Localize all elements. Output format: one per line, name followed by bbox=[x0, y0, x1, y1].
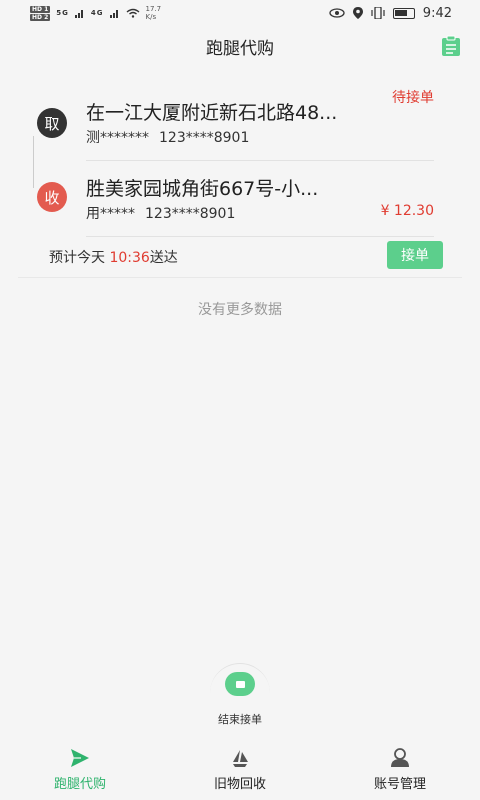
eta-text: 预计今天 10:36送达 bbox=[49, 247, 178, 267]
pickup-badge: 取 bbox=[37, 108, 67, 138]
network-speed: 17.7 K/s bbox=[146, 5, 162, 21]
pickup-contact: 测******* 123****8901 bbox=[86, 127, 249, 147]
order-price: ¥ 12.30 bbox=[380, 203, 434, 219]
tab-recycle[interactable]: 旧物回收 bbox=[175, 748, 305, 792]
wifi-icon bbox=[126, 8, 139, 18]
hd2-badge: HD 2 bbox=[30, 13, 51, 21]
order-status: 待接单 bbox=[392, 90, 434, 106]
clipboard-icon[interactable] bbox=[440, 35, 462, 57]
deliver-name: 用***** bbox=[86, 206, 135, 222]
pickup-name: 测******* bbox=[86, 130, 149, 146]
speed-unit: K/s bbox=[145, 13, 157, 21]
tab-label: 跑腿代购 bbox=[53, 777, 106, 792]
hd1-badge: HD 1 bbox=[30, 5, 51, 13]
deliver-phone: 123****8901 bbox=[145, 206, 236, 222]
paper-plane-icon bbox=[71, 749, 89, 767]
tab-errand[interactable]: 跑腿代购 bbox=[15, 748, 145, 792]
recycle-icon bbox=[233, 750, 248, 767]
signal-5g: 5G bbox=[56, 9, 69, 17]
bottom-tab-bar: 跑腿代购 旧物回收 账号管理 bbox=[0, 740, 480, 800]
signal-4g: 4G bbox=[90, 9, 104, 17]
app-header: 跑腿代购 bbox=[0, 26, 480, 66]
divider bbox=[86, 160, 434, 161]
location-icon bbox=[352, 7, 363, 19]
eye-icon bbox=[329, 8, 345, 18]
tab-label: 旧物回收 bbox=[213, 777, 266, 792]
deliver-badge: 收 bbox=[37, 182, 67, 212]
tab-account[interactable]: 账号管理 bbox=[335, 748, 465, 792]
no-more-data-text: 没有更多数据 bbox=[198, 302, 282, 318]
signal-bars-icon bbox=[109, 10, 118, 18]
card-bottom-border bbox=[18, 277, 462, 278]
vibrate-icon bbox=[371, 7, 385, 19]
timeline-connector bbox=[33, 136, 34, 188]
page-title: 跑腿代购 bbox=[206, 38, 274, 59]
eta-suffix: 送达 bbox=[149, 250, 178, 266]
pickup-address[interactable]: 在一江大厦附近新石北路48... bbox=[86, 98, 337, 125]
eta-time: 10:36 bbox=[109, 250, 150, 266]
stop-icon[interactable] bbox=[225, 672, 255, 696]
eta-prefix: 预计今天 bbox=[49, 250, 105, 266]
accept-order-button[interactable]: 接单 bbox=[387, 241, 443, 269]
tab-label: 账号管理 bbox=[373, 777, 426, 792]
pickup-phone: 123****8901 bbox=[159, 130, 250, 146]
clock: 9:42 bbox=[422, 5, 452, 21]
signal-bars-icon bbox=[74, 10, 83, 18]
battery-icon bbox=[392, 7, 415, 19]
end-accepting-label[interactable]: 结束接单 bbox=[190, 711, 290, 727]
deliver-address[interactable]: 胜美家园城角街667号-小... bbox=[86, 174, 318, 201]
user-icon bbox=[391, 748, 409, 767]
divider bbox=[86, 236, 434, 237]
hd-indicator: HD 1 HD 2 bbox=[30, 5, 51, 21]
status-bar: HD 1 HD 2 5G 4G 17.7 K/s 9:42 bbox=[0, 0, 480, 26]
deliver-contact: 用***** 123****8901 bbox=[86, 203, 235, 223]
speed-value: 17.7 bbox=[145, 5, 162, 13]
